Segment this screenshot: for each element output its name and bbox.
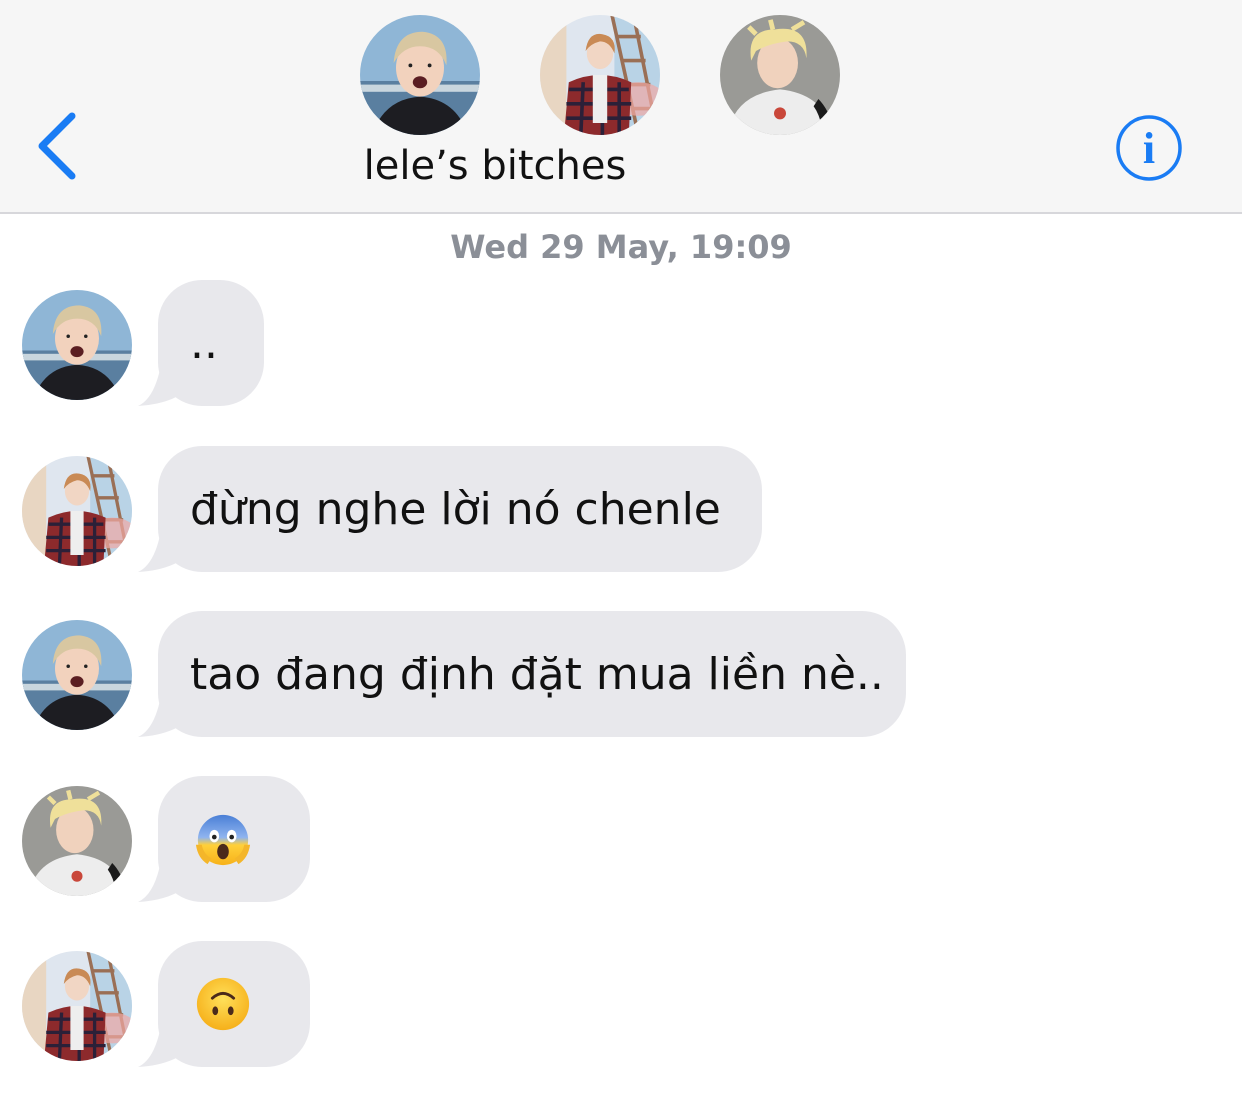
- back-chevron-icon[interactable]: [28, 106, 88, 186]
- member-avatar-3[interactable]: [720, 15, 840, 135]
- member-photo-icon: [22, 456, 132, 566]
- member-photo-icon: [22, 290, 132, 400]
- conversation-header: lele’s bitches i: [0, 0, 1242, 214]
- upside-down-face-emoji-icon: [196, 977, 250, 1031]
- member-avatar-1[interactable]: [360, 15, 480, 135]
- message-bubble[interactable]: ..: [138, 280, 266, 408]
- message-bubble[interactable]: tao đang định đặt mua liền nè..: [138, 611, 908, 739]
- message-bubble[interactable]: [138, 941, 310, 1069]
- message-text: tao đang định đặt mua liền nè..: [158, 611, 906, 737]
- message-content: [158, 941, 310, 1067]
- sender-avatar[interactable]: [22, 456, 132, 566]
- sender-avatar[interactable]: [22, 951, 132, 1061]
- member-photo-icon: [22, 786, 132, 896]
- member-avatar-2[interactable]: [540, 15, 660, 135]
- member-photo-icon: [22, 620, 132, 730]
- message-bubble[interactable]: [138, 776, 310, 904]
- svg-text:i: i: [1143, 124, 1155, 173]
- member-photo-icon: [540, 15, 660, 135]
- message-text: đừng nghe lời nó chenle: [158, 446, 762, 572]
- member-photo-icon: [360, 15, 480, 135]
- info-icon[interactable]: i: [1114, 113, 1184, 183]
- message-content: [158, 776, 310, 902]
- sender-avatar[interactable]: [22, 786, 132, 896]
- sender-avatar[interactable]: [22, 290, 132, 400]
- member-photo-icon: [720, 15, 840, 135]
- sender-avatar[interactable]: [22, 620, 132, 730]
- member-photo-icon: [22, 951, 132, 1061]
- face-screaming-in-fear-emoji-icon: [195, 814, 251, 866]
- message-bubble[interactable]: đừng nghe lời nó chenle: [138, 446, 764, 574]
- message-timestamp: Wed 29 May, 19:09: [450, 228, 792, 266]
- group-title[interactable]: lele’s bitches: [300, 140, 690, 192]
- message-text: ..: [158, 280, 264, 406]
